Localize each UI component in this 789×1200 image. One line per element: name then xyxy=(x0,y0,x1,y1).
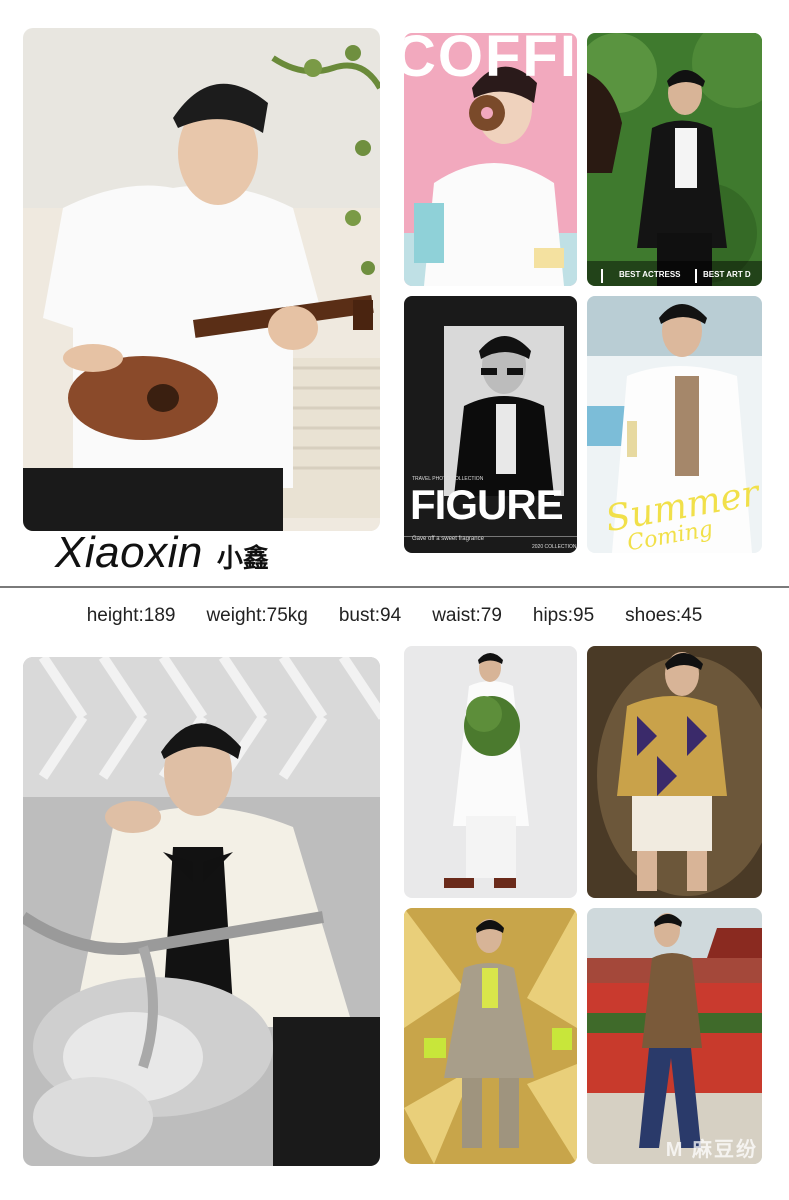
photo-horse[interactable]: BEST ACTRESS BEST ART D xyxy=(587,33,762,286)
stats-row: height:189 weight:75kg bust:94 waist:79 … xyxy=(0,605,789,627)
horse-caption-left: BEST ACTRESS xyxy=(619,270,681,279)
photo-magazine-pink[interactable]: COFFI xyxy=(404,33,577,286)
model-name-cn: 小鑫 xyxy=(216,544,269,574)
stat-shoes: shoes:45 xyxy=(625,605,703,626)
photo-figure-poster[interactable]: TRAVEL PHOTO COLLECTION FIGURE Gave off … xyxy=(404,296,577,553)
poster-collection: 2020 COLLECTION xyxy=(532,544,577,550)
poster-subtitle: Gave off a sweet fragrance xyxy=(412,536,484,542)
photo-white-suit-plant[interactable] xyxy=(404,646,577,898)
photo-summer[interactable]: Summer Coming xyxy=(587,296,762,553)
photo-ukulele[interactable] xyxy=(23,28,380,531)
stat-height: height:189 xyxy=(86,605,176,626)
poster-title: FIGURE xyxy=(410,481,564,528)
stat-hips: hips:95 xyxy=(532,605,595,626)
model-name-en: Xiaoxin xyxy=(55,528,203,577)
photo-tiananmen[interactable]: M 麻豆纷 xyxy=(587,908,762,1164)
photo-motorcycle[interactable] xyxy=(23,657,380,1166)
model-name: Xiaoxin 小鑫 xyxy=(55,528,269,586)
stat-waist: waist:79 xyxy=(432,605,502,626)
watermark: M 麻豆纷 xyxy=(665,1139,758,1161)
photo-gold-foil[interactable] xyxy=(404,908,577,1164)
stat-bust: bust:94 xyxy=(338,605,402,626)
stat-weight: weight:75kg xyxy=(206,605,308,626)
photo-printed-shirt[interactable] xyxy=(587,646,762,898)
magazine-masthead: COFFI xyxy=(404,33,577,89)
divider xyxy=(0,586,789,588)
horse-caption-right: BEST ART D xyxy=(703,270,751,279)
